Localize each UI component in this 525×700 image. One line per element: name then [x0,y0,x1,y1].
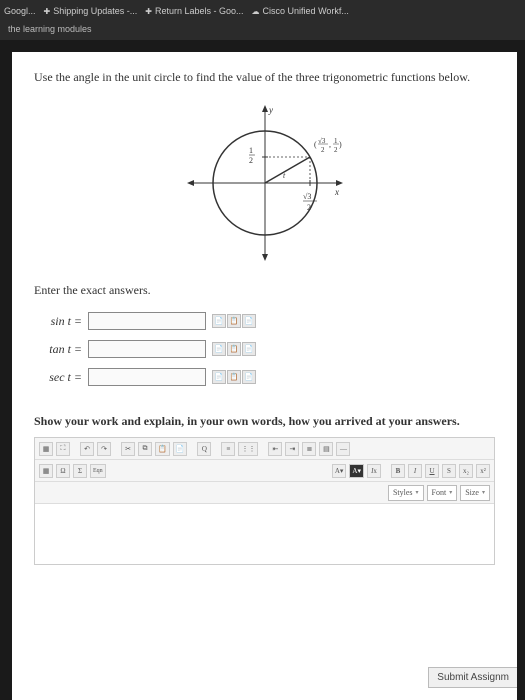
enter-answers-label: Enter the exact answers. [34,283,495,298]
answer-row-sec: sec t = 📄 📋 📄 [34,368,495,386]
hr-icon[interactable]: — [336,442,350,456]
equation-icon[interactable]: 📄 [212,314,226,328]
numlist-icon[interactable]: ⋮⋮ [238,442,258,456]
strike-icon[interactable]: S [442,464,456,478]
paste-icon[interactable]: 📋 [155,442,170,456]
styles-dropdown[interactable]: Styles [388,485,424,501]
equation-icon[interactable]: 📄 [212,370,226,384]
sin-input[interactable] [88,312,206,330]
copy-icon[interactable]: 📋 [227,370,241,384]
svg-text:2: 2 [249,156,253,165]
assignment-page: Use the angle in the unit circle to find… [12,52,517,700]
question-text: Use the angle in the unit circle to find… [34,70,495,85]
omega-icon[interactable]: Ω [56,464,70,478]
block-icon[interactable]: ▤ [319,442,333,456]
tab-shipping[interactable]: ✚Shipping Updates -... [44,6,138,16]
svg-text:(: ( [314,140,317,149]
svg-text:√3: √3 [303,192,311,201]
expand-icon[interactable]: ⛶ [56,442,70,456]
subscript-icon[interactable]: x₂ [459,464,473,478]
toolbar-row-2: ▦ Ω Σ Eqn A▾ A▾ Ix B I U S x₂ x² [35,460,494,482]
subheader: the learning modules [0,22,525,40]
copy-icon[interactable]: ⧉ [138,442,152,456]
sec-input-tools: 📄 📋 📄 [212,370,256,384]
svg-text:y: y [268,105,273,115]
plus-icon: ✚ [44,7,51,16]
sec-input[interactable] [88,368,206,386]
editor-textarea[interactable] [35,504,494,564]
underline-icon[interactable]: U [425,464,439,478]
copy-icon[interactable]: 📋 [227,314,241,328]
svg-text:1: 1 [249,146,253,155]
italic-format-icon[interactable]: Ix [367,464,381,478]
answer-row-tan: tan t = 📄 📋 📄 [34,340,495,358]
tab-cisco[interactable]: ☁Cisco Unified Workf... [252,6,349,16]
superscript-icon[interactable]: x² [476,464,490,478]
sigma-icon[interactable]: Σ [73,464,87,478]
search-icon[interactable]: Q [197,442,211,456]
list-icon[interactable]: ≡ [221,442,235,456]
align-icon[interactable]: ≣ [302,442,316,456]
sin-label: sin t = [34,314,82,329]
help-icon[interactable]: 📄 [242,314,256,328]
paste-text-icon[interactable]: 📄 [173,442,188,456]
indent-icon[interactable]: ⇥ [285,442,299,456]
font-dropdown[interactable]: Font [427,485,458,501]
svg-text:): ) [339,140,342,149]
size-dropdown[interactable]: Size [460,485,490,501]
svg-text:2: 2 [307,203,311,212]
editor-icon[interactable]: ▦ [39,442,53,456]
sin-input-tools: 📄 📋 📄 [212,314,256,328]
tan-label: tan t = [34,342,82,357]
svg-text:,: , [329,140,331,149]
browser-tabs: Googl... ✚Shipping Updates -... ✚Return … [0,0,525,22]
undo-icon[interactable]: ↶ [80,442,94,456]
help-icon[interactable]: 📄 [242,370,256,384]
tab-return[interactable]: ✚Return Labels - Goo... [145,6,243,16]
equation-icon[interactable]: 📄 [212,342,226,356]
tan-input-tools: 📄 📋 📄 [212,342,256,356]
help-icon[interactable]: 📄 [242,342,256,356]
textcolor-icon[interactable]: A▾ [332,464,347,478]
plus-icon: ✚ [145,7,152,16]
toolbar-row-3: Styles Font Size [35,482,494,504]
toolbar-row-1: ▦ ⛶ ↶ ↷ ✂ ⧉ 📋 📄 Q ≡ ⋮⋮ ⇤ ⇥ ≣ ▤ — [35,438,494,460]
cut-icon[interactable]: ✂ [121,442,135,456]
answer-row-sin: sin t = 📄 📋 📄 [34,312,495,330]
tan-input[interactable] [88,340,206,358]
table-icon[interactable]: ▦ [39,464,53,478]
show-work-label: Show your work and explain, in your own … [34,414,495,429]
rich-text-editor: ▦ ⛶ ↶ ↷ ✂ ⧉ 📋 📄 Q ≡ ⋮⋮ ⇤ ⇥ ≣ ▤ — ▦ Ω Σ [34,437,495,565]
svg-text:2: 2 [334,146,338,154]
svg-text:t: t [283,171,286,180]
bold-icon[interactable]: B [391,464,405,478]
outdent-icon[interactable]: ⇤ [268,442,282,456]
bgcolor-icon[interactable]: A▾ [349,464,364,478]
redo-icon[interactable]: ↷ [97,442,111,456]
tab-google[interactable]: Googl... [4,6,36,16]
svg-text:x: x [334,187,339,197]
svg-text:2: 2 [321,146,325,154]
cloud-icon: ☁ [252,7,260,16]
copy-icon[interactable]: 📋 [227,342,241,356]
unit-circle-diagram: y x 1 2 √3 2 ( √3 2 , 1 2 ) t [34,103,495,263]
italic-icon[interactable]: I [408,464,422,478]
equation-editor-icon[interactable]: Eqn [90,464,106,478]
sec-label: sec t = [34,370,82,385]
submit-button[interactable]: Submit Assignm [428,667,517,688]
